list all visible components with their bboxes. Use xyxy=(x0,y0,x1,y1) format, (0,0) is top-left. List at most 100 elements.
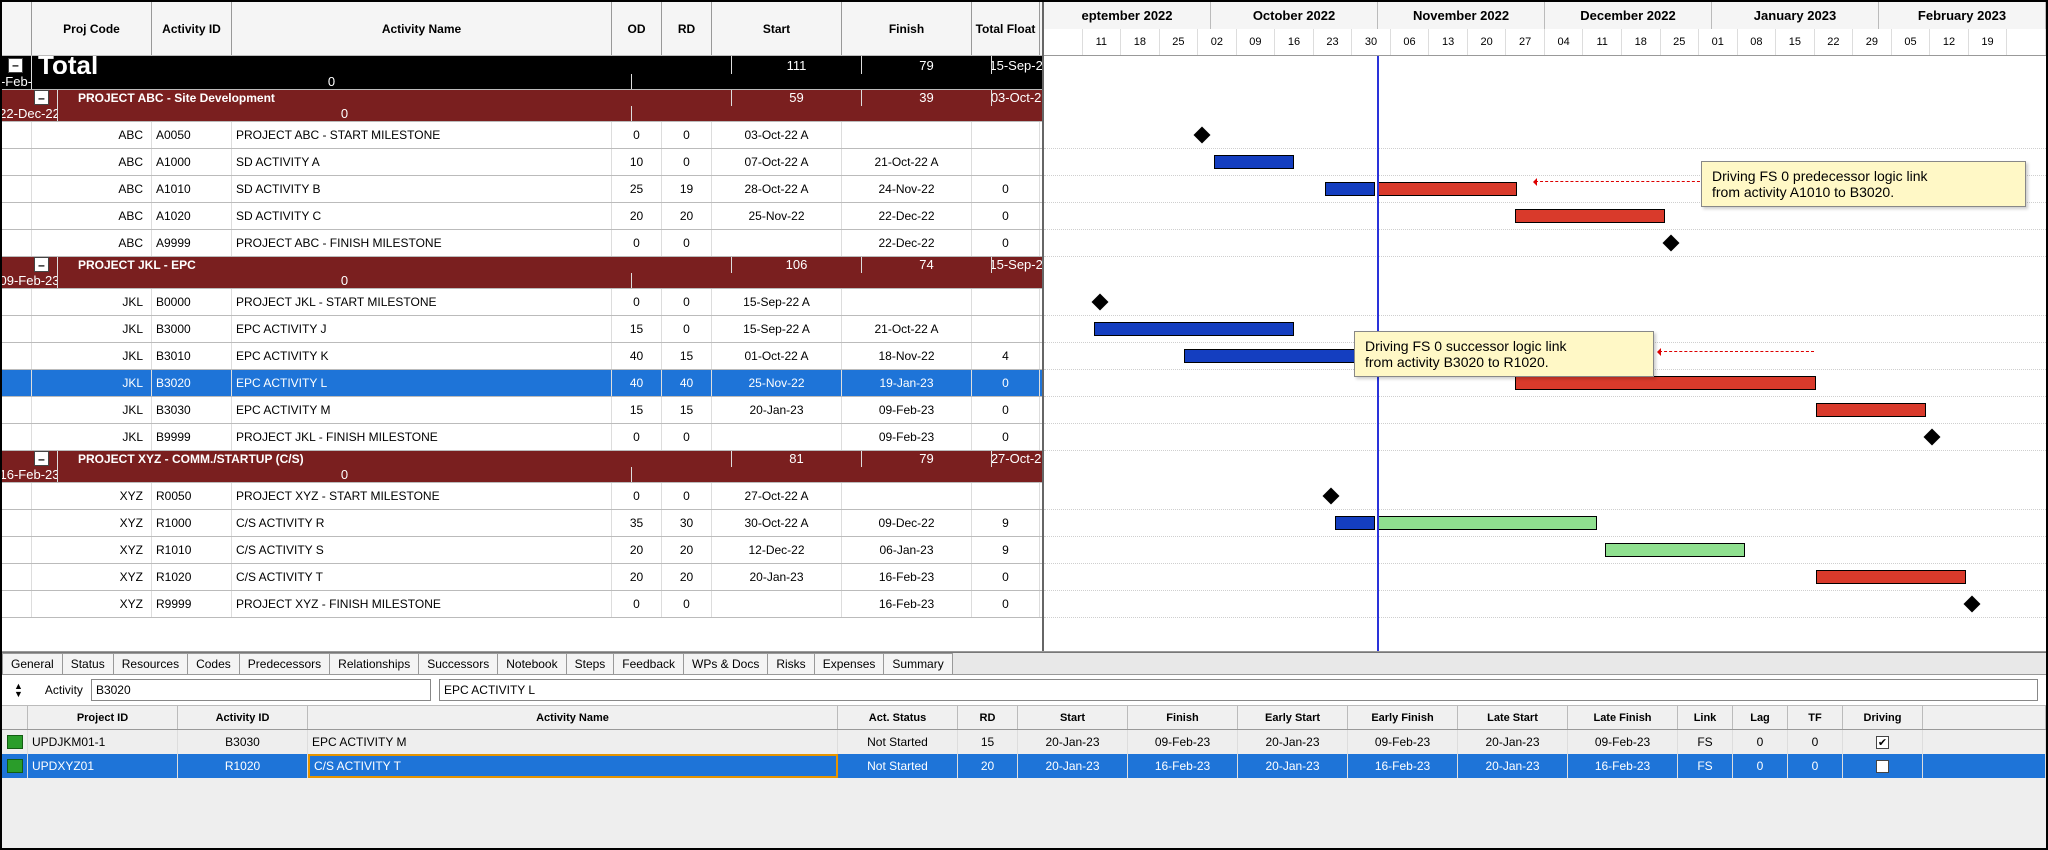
activity-label: Activity xyxy=(45,683,83,697)
cell-activity-name: C/S ACTIVITY S xyxy=(232,537,612,563)
tab-successors[interactable]: Successors xyxy=(418,653,498,674)
grid-row[interactable]: XYZ R1000 C/S ACTIVITY R 35 30 30-Oct-22… xyxy=(2,510,1042,537)
sc-status[interactable]: Act. Status xyxy=(838,706,958,729)
successor-row[interactable]: UPDXYZ01 R1020 C/S ACTIVITY T Not Starte… xyxy=(2,754,2046,778)
cell-tf: 0 xyxy=(972,424,1040,450)
milestone-icon[interactable] xyxy=(1963,596,1980,613)
grid-row[interactable]: – PROJECT JKL - EPC 10674 15-Sep-22 A09-… xyxy=(2,257,1042,289)
grid-row[interactable]: – Total 11179 15-Sep-22 A16-Feb-230 xyxy=(2,56,1042,90)
gantt-bar[interactable] xyxy=(1515,376,1816,390)
tab-resources[interactable]: Resources xyxy=(113,653,188,674)
sc-rd[interactable]: RD xyxy=(958,706,1018,729)
gantt-bar[interactable] xyxy=(1325,182,1375,196)
gantt-bar[interactable] xyxy=(1184,349,1374,363)
cell-rd: 0 xyxy=(662,316,712,342)
tab-expenses[interactable]: Expenses xyxy=(814,653,885,674)
grid-row[interactable]: ABC A9999 PROJECT ABC - FINISH MILESTONE… xyxy=(2,230,1042,257)
gantt-bar[interactable] xyxy=(1214,155,1294,169)
project-badge-icon xyxy=(7,735,23,749)
tab-relationships[interactable]: Relationships xyxy=(329,653,419,674)
activity-name-field[interactable] xyxy=(439,679,2038,701)
tab-summary[interactable]: Summary xyxy=(883,653,952,674)
milestone-icon[interactable] xyxy=(1923,429,1940,446)
sc-ef[interactable]: Early Finish xyxy=(1348,706,1458,729)
tab-risks[interactable]: Risks xyxy=(767,653,814,674)
sc-drv[interactable]: Driving xyxy=(1843,706,1923,729)
tab-general[interactable]: General xyxy=(2,653,63,674)
sc-name[interactable]: Activity Name xyxy=(308,706,838,729)
sc-lf[interactable]: Late Finish xyxy=(1568,706,1678,729)
cell-rd: 0 xyxy=(662,230,712,256)
col-activity-id[interactable]: Activity ID xyxy=(152,2,232,55)
gantt-bar[interactable] xyxy=(1816,570,1966,584)
col-finish[interactable]: Finish xyxy=(842,2,972,55)
gantt-bar[interactable] xyxy=(1094,322,1294,336)
cell-activity-id: B3000 xyxy=(152,316,232,342)
milestone-icon[interactable] xyxy=(1092,294,1109,311)
grid-row[interactable]: JKL B0000 PROJECT JKL - START MILESTONE … xyxy=(2,289,1042,316)
sc-fin[interactable]: Finish xyxy=(1128,706,1238,729)
cell-finish xyxy=(842,122,972,148)
driving-checkbox[interactable]: ✔ xyxy=(1876,760,1889,773)
gantt-bar[interactable] xyxy=(1377,182,1517,196)
collapse-icon[interactable]: – xyxy=(34,257,49,272)
gantt-bar[interactable] xyxy=(1515,209,1665,223)
gantt-bar[interactable] xyxy=(1335,516,1375,530)
grid-row[interactable]: XYZ R9999 PROJECT XYZ - FINISH MILESTONE… xyxy=(2,591,1042,618)
col-od[interactable]: OD xyxy=(612,2,662,55)
tab-steps[interactable]: Steps xyxy=(566,653,615,674)
sc-es[interactable]: Early Start xyxy=(1238,706,1348,729)
gantt-bar[interactable] xyxy=(1605,543,1745,557)
gantt-row xyxy=(1044,451,2046,483)
driving-checkbox[interactable]: ✔ xyxy=(1876,736,1889,749)
collapse-icon[interactable]: – xyxy=(34,90,49,105)
tab-notebook[interactable]: Notebook xyxy=(497,653,566,674)
grid-row[interactable]: XYZ R1010 C/S ACTIVITY S 20 20 12-Dec-22… xyxy=(2,537,1042,564)
sc-id[interactable]: Activity ID xyxy=(178,706,308,729)
collapse-icon[interactable]: – xyxy=(8,58,23,73)
grid-row[interactable]: JKL B3020 EPC ACTIVITY L 40 40 25-Nov-22… xyxy=(2,370,1042,397)
activity-spinner[interactable]: ▲▼ xyxy=(10,682,27,698)
successor-row[interactable]: UPDJKM01-1 B3030 EPC ACTIVITY M Not Star… xyxy=(2,730,2046,754)
grid-row[interactable]: ABC A1010 SD ACTIVITY B 25 19 28-Oct-22 … xyxy=(2,176,1042,203)
grid-row[interactable]: ABC A1000 SD ACTIVITY A 10 0 07-Oct-22 A… xyxy=(2,149,1042,176)
col-rd[interactable]: RD xyxy=(662,2,712,55)
gantt-bar[interactable] xyxy=(1377,516,1597,530)
sc-link[interactable]: Link xyxy=(1678,706,1733,729)
project-badge-icon xyxy=(7,759,23,773)
tab-wps-docs[interactable]: WPs & Docs xyxy=(683,653,768,674)
milestone-icon[interactable] xyxy=(1663,235,1680,252)
sc-ls[interactable]: Late Start xyxy=(1458,706,1568,729)
grid-row[interactable]: – PROJECT XYZ - COMM./STARTUP (C/S) 8179… xyxy=(2,451,1042,483)
activity-id-field[interactable] xyxy=(91,679,431,701)
grid-row[interactable]: ABC A0050 PROJECT ABC - START MILESTONE … xyxy=(2,122,1042,149)
grid-row[interactable]: JKL B3030 EPC ACTIVITY M 15 15 20-Jan-23… xyxy=(2,397,1042,424)
col-total-float[interactable]: Total Float xyxy=(972,2,1040,55)
tab-feedback[interactable]: Feedback xyxy=(613,653,684,674)
successor-header: Project ID Activity ID Activity Name Act… xyxy=(2,706,2046,730)
grid-row[interactable]: – PROJECT ABC - Site Development 5939 03… xyxy=(2,90,1042,122)
cell-proj-code: XYZ xyxy=(32,591,152,617)
milestone-icon[interactable] xyxy=(1194,127,1211,144)
sc-proj[interactable]: Project ID xyxy=(28,706,178,729)
collapse-icon[interactable]: – xyxy=(34,451,49,466)
sc-start[interactable]: Start xyxy=(1018,706,1128,729)
cell-activity-id: B9999 xyxy=(152,424,232,450)
grid-row[interactable]: JKL B3010 EPC ACTIVITY K 40 15 01-Oct-22… xyxy=(2,343,1042,370)
grid-row[interactable]: JKL B3000 EPC ACTIVITY J 15 0 15-Sep-22 … xyxy=(2,316,1042,343)
gantt-bar[interactable] xyxy=(1816,403,1926,417)
tab-codes[interactable]: Codes xyxy=(187,653,240,674)
col-activity-name[interactable]: Activity Name xyxy=(232,2,612,55)
milestone-icon[interactable] xyxy=(1322,488,1339,505)
tab-predecessors[interactable]: Predecessors xyxy=(239,653,330,674)
sc-tf[interactable]: TF xyxy=(1788,706,1843,729)
grid-row[interactable]: XYZ R0050 PROJECT XYZ - START MILESTONE … xyxy=(2,483,1042,510)
grid-row[interactable]: JKL B9999 PROJECT JKL - FINISH MILESTONE… xyxy=(2,424,1042,451)
tab-status[interactable]: Status xyxy=(62,653,114,674)
col-start[interactable]: Start xyxy=(712,2,842,55)
grid-row[interactable]: ABC A1020 SD ACTIVITY C 20 20 25-Nov-22 … xyxy=(2,203,1042,230)
sc-lag[interactable]: Lag xyxy=(1733,706,1788,729)
gantt-row xyxy=(1044,289,2046,316)
grid-row[interactable]: XYZ R1020 C/S ACTIVITY T 20 20 20-Jan-23… xyxy=(2,564,1042,591)
col-proj-code[interactable]: Proj Code xyxy=(32,2,152,55)
